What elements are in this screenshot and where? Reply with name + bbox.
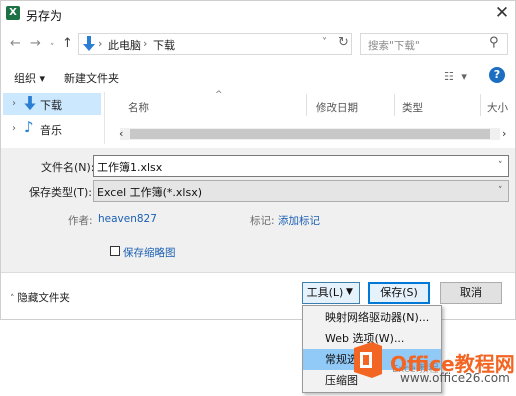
watermark-url: www.office26.com bbox=[400, 371, 510, 385]
recent-dropdown-icon[interactable]: ˅ bbox=[50, 40, 55, 56]
scrollbar-thumb[interactable] bbox=[130, 129, 490, 139]
tags-label: 标记: bbox=[250, 215, 275, 227]
excel-app-icon: X bbox=[6, 6, 20, 20]
divider bbox=[1, 272, 515, 273]
pane-divider[interactable] bbox=[104, 92, 105, 144]
breadcrumb-separator: › bbox=[143, 37, 148, 50]
column-divider[interactable] bbox=[480, 94, 481, 116]
sort-ascending-icon: ^ bbox=[215, 90, 223, 100]
search-icon[interactable]: ⚲ bbox=[489, 35, 499, 50]
address-dropdown-icon[interactable]: ˅ bbox=[322, 37, 327, 48]
filetype-value[interactable]: Excel 工作簿(*.xlsx) bbox=[97, 184, 202, 200]
help-icon[interactable]: ? bbox=[489, 67, 505, 83]
column-header-name[interactable]: 名称 bbox=[128, 100, 149, 115]
tools-dropdown-icon[interactable]: ▼ bbox=[346, 287, 353, 297]
author-value[interactable]: heaven827 bbox=[98, 213, 157, 225]
organize-menu[interactable]: 组织 ▾ bbox=[14, 70, 45, 86]
author-label: 作者: bbox=[68, 215, 93, 227]
close-icon[interactable]: ✕ bbox=[492, 3, 512, 23]
download-folder-icon bbox=[83, 36, 95, 51]
column-header-modified[interactable]: 修改日期 bbox=[316, 100, 358, 115]
column-header-size[interactable]: 大小 bbox=[487, 100, 511, 115]
tools-button-label: 工具(L) bbox=[306, 286, 344, 299]
save-button[interactable]: 保存(S) bbox=[368, 282, 430, 304]
breadcrumb-this-pc[interactable]: 此电脑 bbox=[108, 37, 141, 53]
chevron-right-icon[interactable]: › bbox=[12, 98, 16, 109]
new-folder-button[interactable]: 新建文件夹 bbox=[64, 70, 119, 86]
scroll-right-icon[interactable]: › bbox=[502, 127, 506, 140]
dialog-title: 另存为 bbox=[26, 9, 63, 23]
back-arrow-icon[interactable]: ← bbox=[10, 36, 21, 52]
hide-folders-toggle[interactable]: ˄ 隐藏文件夹 bbox=[10, 290, 70, 305]
scroll-left-icon[interactable]: ‹ bbox=[119, 127, 123, 140]
refresh-icon[interactable]: ↻ bbox=[338, 35, 349, 50]
title-bar bbox=[1, 1, 515, 27]
breadcrumb-separator: › bbox=[98, 37, 103, 50]
music-note-icon: ♪ bbox=[24, 118, 34, 136]
chevron-right-icon[interactable]: › bbox=[12, 123, 16, 134]
filename-value[interactable]: 工作簿1.xlsx bbox=[97, 159, 162, 175]
forward-arrow-icon[interactable]: → bbox=[30, 36, 41, 52]
download-folder-icon bbox=[24, 96, 36, 111]
search-placeholder[interactable]: 搜索"下载" bbox=[368, 38, 420, 53]
nav-item-downloads[interactable]: 下载 bbox=[40, 97, 62, 113]
office-logo-watermark bbox=[354, 342, 382, 378]
nav-item-music[interactable]: 音乐 bbox=[40, 122, 62, 138]
filetype-label: 保存类型(T): bbox=[29, 186, 93, 199]
chevron-down-icon[interactable]: ˅ bbox=[498, 186, 503, 196]
breadcrumb-downloads[interactable]: 下载 bbox=[153, 37, 175, 53]
column-divider[interactable] bbox=[306, 94, 307, 116]
view-options-icon[interactable]: ☷ ▾ bbox=[444, 70, 469, 83]
column-divider[interactable] bbox=[394, 94, 395, 116]
cancel-button[interactable]: 取消 bbox=[440, 282, 502, 304]
column-header-type[interactable]: 类型 bbox=[402, 100, 423, 115]
chevron-down-icon[interactable]: ˅ bbox=[498, 161, 503, 171]
filename-label: 文件名(N): bbox=[41, 161, 95, 174]
up-arrow-icon[interactable]: ↑ bbox=[62, 36, 73, 52]
tags-value[interactable]: 添加标记 bbox=[278, 213, 320, 228]
hide-folders-label: 隐藏文件夹 bbox=[17, 292, 70, 304]
save-thumbnail-label[interactable]: 保存缩略图 bbox=[123, 245, 176, 260]
menu-item-map-drive[interactable]: 映射网络驱动器(N)... bbox=[303, 307, 441, 328]
save-thumbnail-checkbox[interactable] bbox=[110, 246, 120, 256]
